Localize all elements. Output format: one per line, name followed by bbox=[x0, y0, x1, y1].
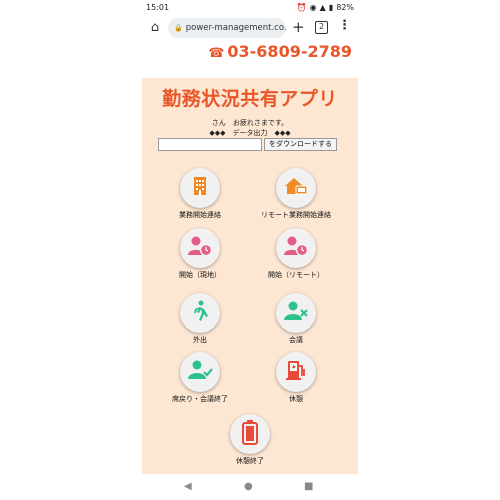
eye-icon: ◉ bbox=[309, 2, 317, 12]
walking-person-icon bbox=[189, 300, 211, 326]
tile-circle bbox=[276, 228, 316, 268]
remote-home-icon bbox=[283, 175, 309, 201]
tile-break-end[interactable]: 休憩終了 bbox=[200, 414, 300, 466]
tile-remote-work-start[interactable]: リモート業務開始連絡 bbox=[246, 168, 346, 220]
home-nav-icon[interactable]: ● bbox=[244, 481, 253, 492]
tile-label: 開始（リモート） bbox=[268, 271, 324, 279]
tile-circle bbox=[276, 168, 316, 208]
tile-start-remote[interactable]: 開始（リモート） bbox=[246, 228, 346, 280]
tile-circle bbox=[180, 228, 220, 268]
tile-meeting[interactable]: 会議 bbox=[246, 293, 346, 345]
overflow-menu-icon[interactable]: ⋮ bbox=[338, 18, 351, 33]
tile-label: 休憩 bbox=[289, 395, 303, 403]
greeting-text: さん お疲れさまです。 bbox=[211, 119, 289, 127]
download-input[interactable] bbox=[158, 138, 262, 151]
charging-station-icon bbox=[284, 358, 308, 386]
lock-icon: 🔒 bbox=[174, 24, 183, 32]
browser-toolbar: ⌂ 🔒 power-management.co.jp + 2 ⋮ bbox=[142, 15, 358, 41]
user-clock-icon bbox=[283, 235, 309, 261]
user-check-icon bbox=[187, 359, 213, 385]
tile-circle bbox=[180, 293, 220, 333]
app-title: 勤務状況共有アプリ bbox=[162, 88, 338, 110]
tile-break[interactable]: 休憩 bbox=[246, 352, 346, 404]
user-clock-icon bbox=[187, 235, 213, 261]
download-button[interactable]: をダウンロードする bbox=[264, 138, 337, 151]
tile-circle bbox=[180, 352, 220, 392]
phone-number: 03-6809-2789 bbox=[227, 42, 352, 61]
url-text: power-management.co.jp bbox=[185, 23, 286, 33]
android-nav-bar: ◀ ● ■ bbox=[142, 476, 358, 500]
address-bar[interactable]: 🔒 power-management.co.jp bbox=[168, 18, 286, 38]
user-x-icon bbox=[283, 300, 309, 326]
telephone-icon: ☎ bbox=[208, 46, 225, 61]
office-building-icon bbox=[189, 175, 211, 201]
tile-circle bbox=[230, 414, 270, 454]
tile-label: 席戻り・会議終了 bbox=[172, 395, 228, 403]
recents-icon[interactable]: ■ bbox=[304, 481, 313, 492]
tile-label: 開始（現地） bbox=[179, 271, 221, 279]
data-export-heading: ◆◆◆ データ出力 ◆◆◆ bbox=[209, 129, 291, 137]
new-tab-icon[interactable]: + bbox=[292, 18, 305, 36]
back-icon[interactable]: ◀ bbox=[184, 481, 192, 492]
status-time: 15:01 bbox=[146, 2, 170, 12]
tile-circle bbox=[276, 293, 316, 333]
home-icon[interactable]: ⌂ bbox=[148, 20, 162, 35]
tile-start-onsite[interactable]: 開始（現地） bbox=[150, 228, 250, 280]
tile-return-to-seat[interactable]: 席戻り・会議終了 bbox=[150, 352, 250, 404]
battery-percent: 82% bbox=[336, 2, 354, 12]
alarm-icon: ⏰ bbox=[296, 2, 307, 12]
status-icons: ⏰ ◉ ▲ ▮ 82% bbox=[297, 3, 354, 12]
download-row: をダウンロードする bbox=[158, 138, 337, 151]
tile-label: 休憩終了 bbox=[236, 457, 264, 465]
signal-icon: ▲ bbox=[319, 2, 326, 12]
app-panel: 勤務状況共有アプリ さん お疲れさまです。 ◆◆◆ データ出力 ◆◆◆ をダウン… bbox=[142, 78, 358, 474]
tile-label: 会議 bbox=[289, 336, 303, 344]
battery-status-icon: ▮ bbox=[328, 2, 334, 12]
tile-circle bbox=[180, 168, 220, 208]
phone-number-link[interactable]: ☎ 03-6809-2789 bbox=[142, 42, 358, 66]
tile-work-start[interactable]: 業務開始連絡 bbox=[150, 168, 250, 220]
status-bar: 15:01 ⏰ ◉ ▲ ▮ 82% bbox=[142, 0, 358, 14]
tile-label: リモート業務開始連絡 bbox=[261, 211, 331, 219]
battery-icon bbox=[240, 419, 260, 449]
phone-screen: 15:01 ⏰ ◉ ▲ ▮ 82% ⌂ 🔒 power-management.c… bbox=[0, 0, 500, 500]
tab-switcher-button[interactable]: 2 bbox=[315, 21, 328, 34]
tile-label: 外出 bbox=[193, 336, 207, 344]
tile-circle bbox=[276, 352, 316, 392]
tile-going-out[interactable]: 外出 bbox=[150, 293, 250, 345]
tile-label: 業務開始連絡 bbox=[179, 211, 221, 219]
